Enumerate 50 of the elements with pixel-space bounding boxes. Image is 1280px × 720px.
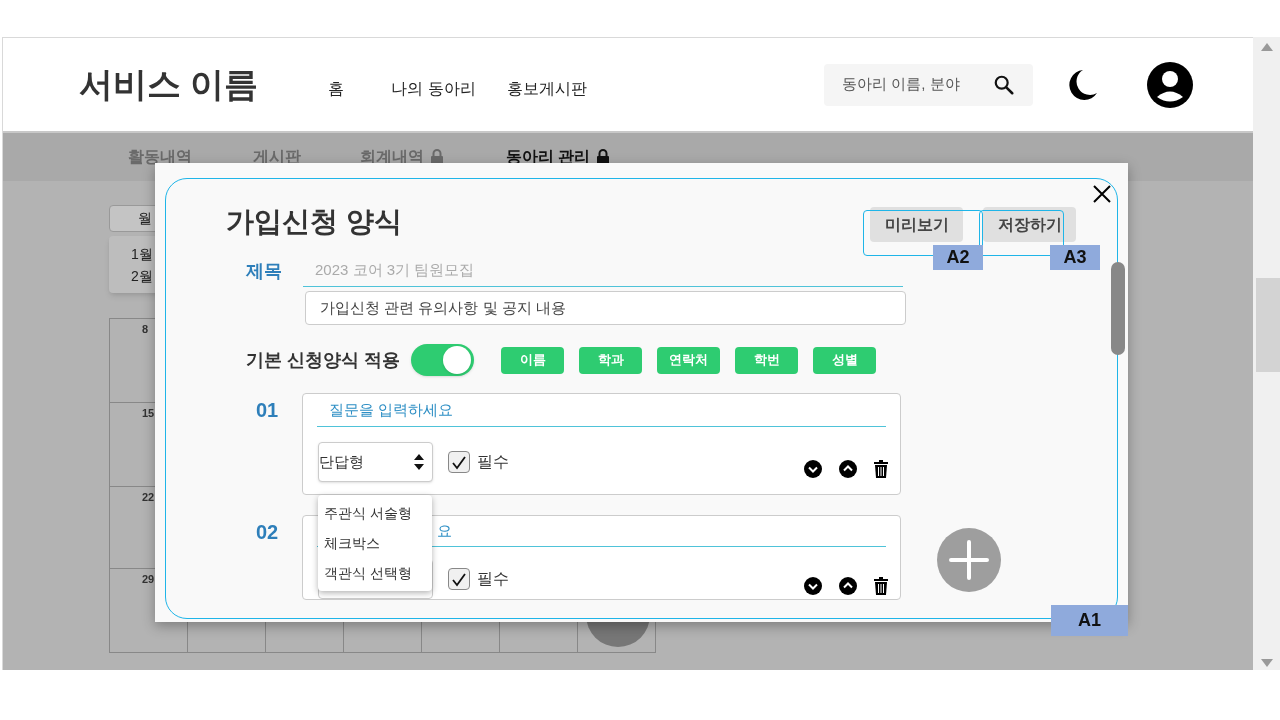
day-number: 8 [141, 322, 150, 337]
trash-icon[interactable] [874, 577, 888, 595]
question-field[interactable]: 질문을 입력하세요 [317, 394, 886, 427]
sort-arrows-icon [414, 454, 424, 470]
move-down-icon[interactable] [804, 460, 822, 478]
type-option[interactable]: 객관식 선택형 [324, 562, 432, 584]
scrollbar-thumb[interactable] [1111, 262, 1125, 355]
nav-link[interactable]: 나의 동아리 [391, 76, 508, 101]
nav-link[interactable]: 홍보게시판 [507, 76, 618, 101]
subject-placeholder: 2023 코어 3기 팀원모집 [315, 260, 475, 281]
required-label: 필수 [477, 569, 509, 589]
nav-link[interactable]: 홈 [328, 76, 392, 101]
required-checkbox[interactable] [448, 568, 470, 590]
search-placeholder: 동아리 이름, 분야 [842, 74, 960, 95]
question-number: 02 [256, 520, 280, 545]
action-button[interactable]: 저장하기 [983, 207, 1076, 242]
plus-icon [949, 540, 989, 580]
required-checkbox[interactable] [448, 451, 470, 473]
trash-icon[interactable] [874, 460, 888, 478]
account-icon[interactable] [1147, 61, 1193, 108]
day-number: 15 [141, 406, 156, 421]
search-icon [993, 73, 1015, 96]
check-icon [451, 454, 467, 470]
annotation-label: A3 [1050, 245, 1100, 270]
subject-label: 제목 [246, 259, 283, 283]
search-field[interactable]: 동아리 이름, 분야 [824, 63, 1033, 106]
check-icon [451, 571, 467, 587]
question-placeholder: 요 [437, 520, 452, 541]
move-down-icon[interactable] [804, 577, 822, 595]
scrollbar-thumb[interactable] [1256, 278, 1280, 372]
notice-field[interactable]: 가입신청 관련 유의사항 및 공지 내용 [305, 291, 906, 325]
notice-placeholder: 가입신청 관련 유의사항 및 공지 내용 [320, 297, 566, 318]
action-button[interactable]: 미리보기 [870, 207, 963, 242]
annotation-label: A1 [1051, 605, 1128, 636]
day-number: 22 [141, 490, 156, 505]
service-logo: 서비스 이름 [79, 64, 259, 105]
question-placeholder: 질문을 입력하세요 [329, 399, 454, 420]
day-number: 29 [141, 572, 156, 587]
required-label: 필수 [477, 452, 509, 472]
move-up-icon[interactable] [839, 577, 857, 595]
close-icon[interactable] [1093, 185, 1111, 203]
toggle-switch[interactable] [411, 344, 474, 376]
moon-icon[interactable] [1067, 68, 1097, 101]
scrollbar[interactable] [1253, 37, 1280, 670]
annotation-label: A2 [933, 245, 983, 270]
default-form-label: 기본 신청양식 적용 [246, 348, 401, 372]
question-number: 01 [256, 398, 280, 423]
type-select[interactable]: 단답형 [318, 442, 433, 482]
modal-title: 가입신청 양식 [226, 205, 402, 239]
move-up-icon[interactable] [839, 460, 857, 478]
